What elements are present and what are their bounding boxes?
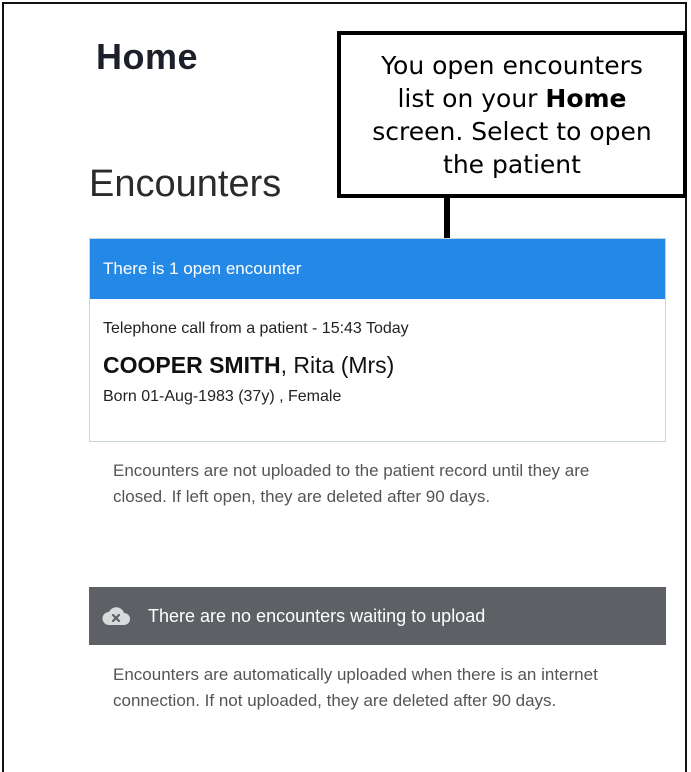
open-encounters-card: There is 1 open encounter Telephone call… [89,238,666,442]
patient-demographics: Born 01-Aug-1983 (37y) , Female [103,388,342,405]
page-title: Home [96,36,199,77]
callout-line-4: the patient [443,149,581,179]
callout-line-2: list on your Home [397,82,626,115]
section-title: Encounters [89,163,282,205]
patient-given-name: , Rita (Mrs) [280,352,395,378]
open-encounters-note: Encounters are not uploaded to the patie… [113,461,590,506]
instruction-callout: You open encounters list on your Home sc… [337,31,687,198]
upload-status-text: There are no encounters waiting to uploa… [148,605,486,626]
patient-surname: COOPER SMITH [103,352,281,378]
encounter-description: Telephone call from a patient - 15:43 To… [103,320,409,337]
encounter-list-item[interactable]: Telephone call from a patient - 15:43 To… [90,320,665,406]
upload-status-bar: There are no encounters waiting to uploa… [89,587,666,645]
open-encounters-header: There is 1 open encounter [90,239,665,299]
callout-line-1: You open encounters [381,50,643,80]
callout-line-2-text: list on your [397,83,546,113]
callout-home-emphasis: Home [545,83,627,113]
cloud-x-icon [102,607,130,625]
callout-line-3: screen. Select to open [372,116,652,146]
upload-note: Encounters are automatically uploaded wh… [113,665,598,710]
patient-name[interactable]: COOPER SMITH, Rita (Mrs) [103,352,665,379]
